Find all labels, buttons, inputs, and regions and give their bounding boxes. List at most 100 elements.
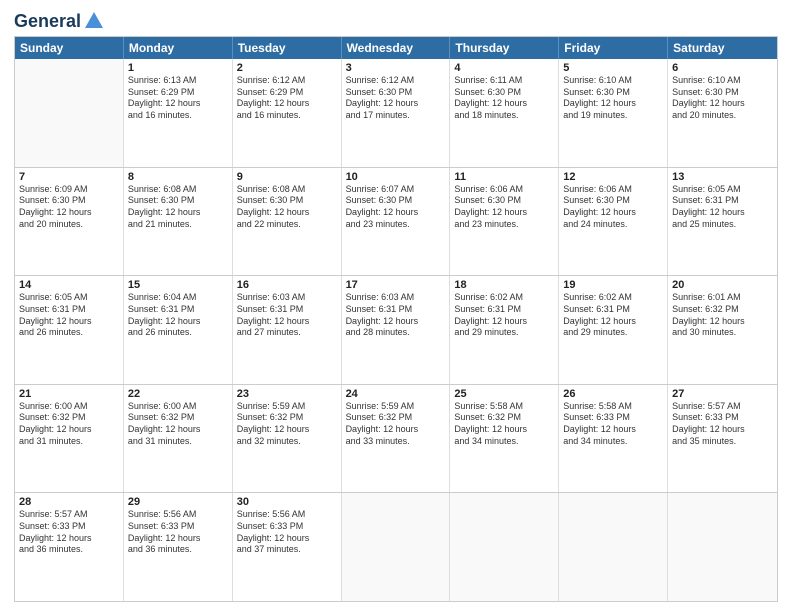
day-number: 3 <box>346 62 446 74</box>
calendar-cell <box>450 493 559 601</box>
day-number: 12 <box>563 171 663 183</box>
cell-line: Sunset: 6:33 PM <box>672 412 773 424</box>
cell-line: Sunset: 6:32 PM <box>19 412 119 424</box>
cell-line: Sunset: 6:30 PM <box>128 195 228 207</box>
day-number: 2 <box>237 62 337 74</box>
cell-line: Sunrise: 6:03 AM <box>346 292 446 304</box>
cell-line: and 36 minutes. <box>128 544 228 556</box>
cell-line: Daylight: 12 hours <box>237 98 337 110</box>
cell-line: Sunrise: 5:56 AM <box>128 509 228 521</box>
day-number: 10 <box>346 171 446 183</box>
header-cell-saturday: Saturday <box>668 37 777 59</box>
day-number: 11 <box>454 171 554 183</box>
calendar-cell: 8Sunrise: 6:08 AMSunset: 6:30 PMDaylight… <box>124 168 233 276</box>
cell-line: and 27 minutes. <box>237 327 337 339</box>
cell-line: Sunset: 6:33 PM <box>19 521 119 533</box>
cell-line: Daylight: 12 hours <box>563 207 663 219</box>
cell-line: and 25 minutes. <box>672 219 773 231</box>
day-number: 26 <box>563 388 663 400</box>
cell-line: and 24 minutes. <box>563 219 663 231</box>
calendar-cell: 23Sunrise: 5:59 AMSunset: 6:32 PMDayligh… <box>233 385 342 493</box>
cell-line: Sunrise: 6:00 AM <box>19 401 119 413</box>
calendar-cell: 13Sunrise: 6:05 AMSunset: 6:31 PMDayligh… <box>668 168 777 276</box>
cell-line: and 19 minutes. <box>563 110 663 122</box>
cell-line: Sunset: 6:32 PM <box>672 304 773 316</box>
cell-line: Sunset: 6:33 PM <box>237 521 337 533</box>
calendar-cell <box>15 59 124 167</box>
cell-line: Sunrise: 6:01 AM <box>672 292 773 304</box>
day-number: 9 <box>237 171 337 183</box>
calendar-cell: 28Sunrise: 5:57 AMSunset: 6:33 PMDayligh… <box>15 493 124 601</box>
cell-line: and 31 minutes. <box>19 436 119 448</box>
day-number: 15 <box>128 279 228 291</box>
cell-line: Sunrise: 6:05 AM <box>19 292 119 304</box>
header-cell-wednesday: Wednesday <box>342 37 451 59</box>
cell-line: Sunset: 6:29 PM <box>128 87 228 99</box>
cell-line: Sunrise: 5:57 AM <box>672 401 773 413</box>
cell-line: and 30 minutes. <box>672 327 773 339</box>
calendar-cell: 1Sunrise: 6:13 AMSunset: 6:29 PMDaylight… <box>124 59 233 167</box>
cell-line: Sunrise: 5:58 AM <box>563 401 663 413</box>
header: General <box>14 10 778 30</box>
cell-line: and 37 minutes. <box>237 544 337 556</box>
cell-line: Daylight: 12 hours <box>128 533 228 545</box>
calendar-cell: 21Sunrise: 6:00 AMSunset: 6:32 PMDayligh… <box>15 385 124 493</box>
cell-line: Sunrise: 6:12 AM <box>237 75 337 87</box>
cell-line: and 28 minutes. <box>346 327 446 339</box>
logo-icon <box>83 10 105 32</box>
cell-line: Daylight: 12 hours <box>19 424 119 436</box>
calendar-cell: 24Sunrise: 5:59 AMSunset: 6:32 PMDayligh… <box>342 385 451 493</box>
day-number: 23 <box>237 388 337 400</box>
cell-line: and 26 minutes. <box>128 327 228 339</box>
header-cell-tuesday: Tuesday <box>233 37 342 59</box>
day-number: 29 <box>128 496 228 508</box>
cell-line: Sunset: 6:31 PM <box>454 304 554 316</box>
calendar-cell: 3Sunrise: 6:12 AMSunset: 6:30 PMDaylight… <box>342 59 451 167</box>
cell-line: Sunset: 6:30 PM <box>454 87 554 99</box>
day-number: 7 <box>19 171 119 183</box>
cell-line: and 32 minutes. <box>237 436 337 448</box>
logo-general: General <box>14 11 81 32</box>
cell-line: and 22 minutes. <box>237 219 337 231</box>
cell-line: Daylight: 12 hours <box>346 98 446 110</box>
cell-line: Sunrise: 6:05 AM <box>672 184 773 196</box>
cell-line: and 16 minutes. <box>237 110 337 122</box>
cell-line: and 36 minutes. <box>19 544 119 556</box>
cell-line: Daylight: 12 hours <box>237 207 337 219</box>
calendar-cell: 7Sunrise: 6:09 AMSunset: 6:30 PMDaylight… <box>15 168 124 276</box>
cell-line: Daylight: 12 hours <box>672 98 773 110</box>
cell-line: and 35 minutes. <box>672 436 773 448</box>
cell-line: Daylight: 12 hours <box>19 533 119 545</box>
cell-line: Daylight: 12 hours <box>672 316 773 328</box>
cell-line: and 29 minutes. <box>563 327 663 339</box>
calendar-row: 28Sunrise: 5:57 AMSunset: 6:33 PMDayligh… <box>15 493 777 601</box>
cell-line: Sunrise: 6:12 AM <box>346 75 446 87</box>
cell-line: Sunset: 6:31 PM <box>672 195 773 207</box>
cell-line: Sunset: 6:29 PM <box>237 87 337 99</box>
cell-line: Sunset: 6:30 PM <box>346 87 446 99</box>
calendar-cell: 18Sunrise: 6:02 AMSunset: 6:31 PMDayligh… <box>450 276 559 384</box>
calendar-cell: 5Sunrise: 6:10 AMSunset: 6:30 PMDaylight… <box>559 59 668 167</box>
cell-line: Sunset: 6:33 PM <box>563 412 663 424</box>
day-number: 30 <box>237 496 337 508</box>
calendar-cell: 26Sunrise: 5:58 AMSunset: 6:33 PMDayligh… <box>559 385 668 493</box>
day-number: 27 <box>672 388 773 400</box>
cell-line: Sunrise: 6:07 AM <box>346 184 446 196</box>
calendar-row: 7Sunrise: 6:09 AMSunset: 6:30 PMDaylight… <box>15 168 777 277</box>
calendar-cell <box>668 493 777 601</box>
cell-line: and 20 minutes. <box>672 110 773 122</box>
cell-line: Sunrise: 6:06 AM <box>454 184 554 196</box>
cell-line: Daylight: 12 hours <box>128 424 228 436</box>
cell-line: Daylight: 12 hours <box>128 316 228 328</box>
logo: General <box>14 10 105 30</box>
cell-line: Sunrise: 6:02 AM <box>563 292 663 304</box>
cell-line: and 17 minutes. <box>346 110 446 122</box>
day-number: 13 <box>672 171 773 183</box>
cell-line: Sunrise: 6:11 AM <box>454 75 554 87</box>
cell-line: Sunset: 6:30 PM <box>19 195 119 207</box>
calendar-cell: 12Sunrise: 6:06 AMSunset: 6:30 PMDayligh… <box>559 168 668 276</box>
cell-line: Sunset: 6:30 PM <box>454 195 554 207</box>
cell-line: Sunrise: 6:06 AM <box>563 184 663 196</box>
calendar-header: SundayMondayTuesdayWednesdayThursdayFrid… <box>15 37 777 59</box>
cell-line: and 29 minutes. <box>454 327 554 339</box>
